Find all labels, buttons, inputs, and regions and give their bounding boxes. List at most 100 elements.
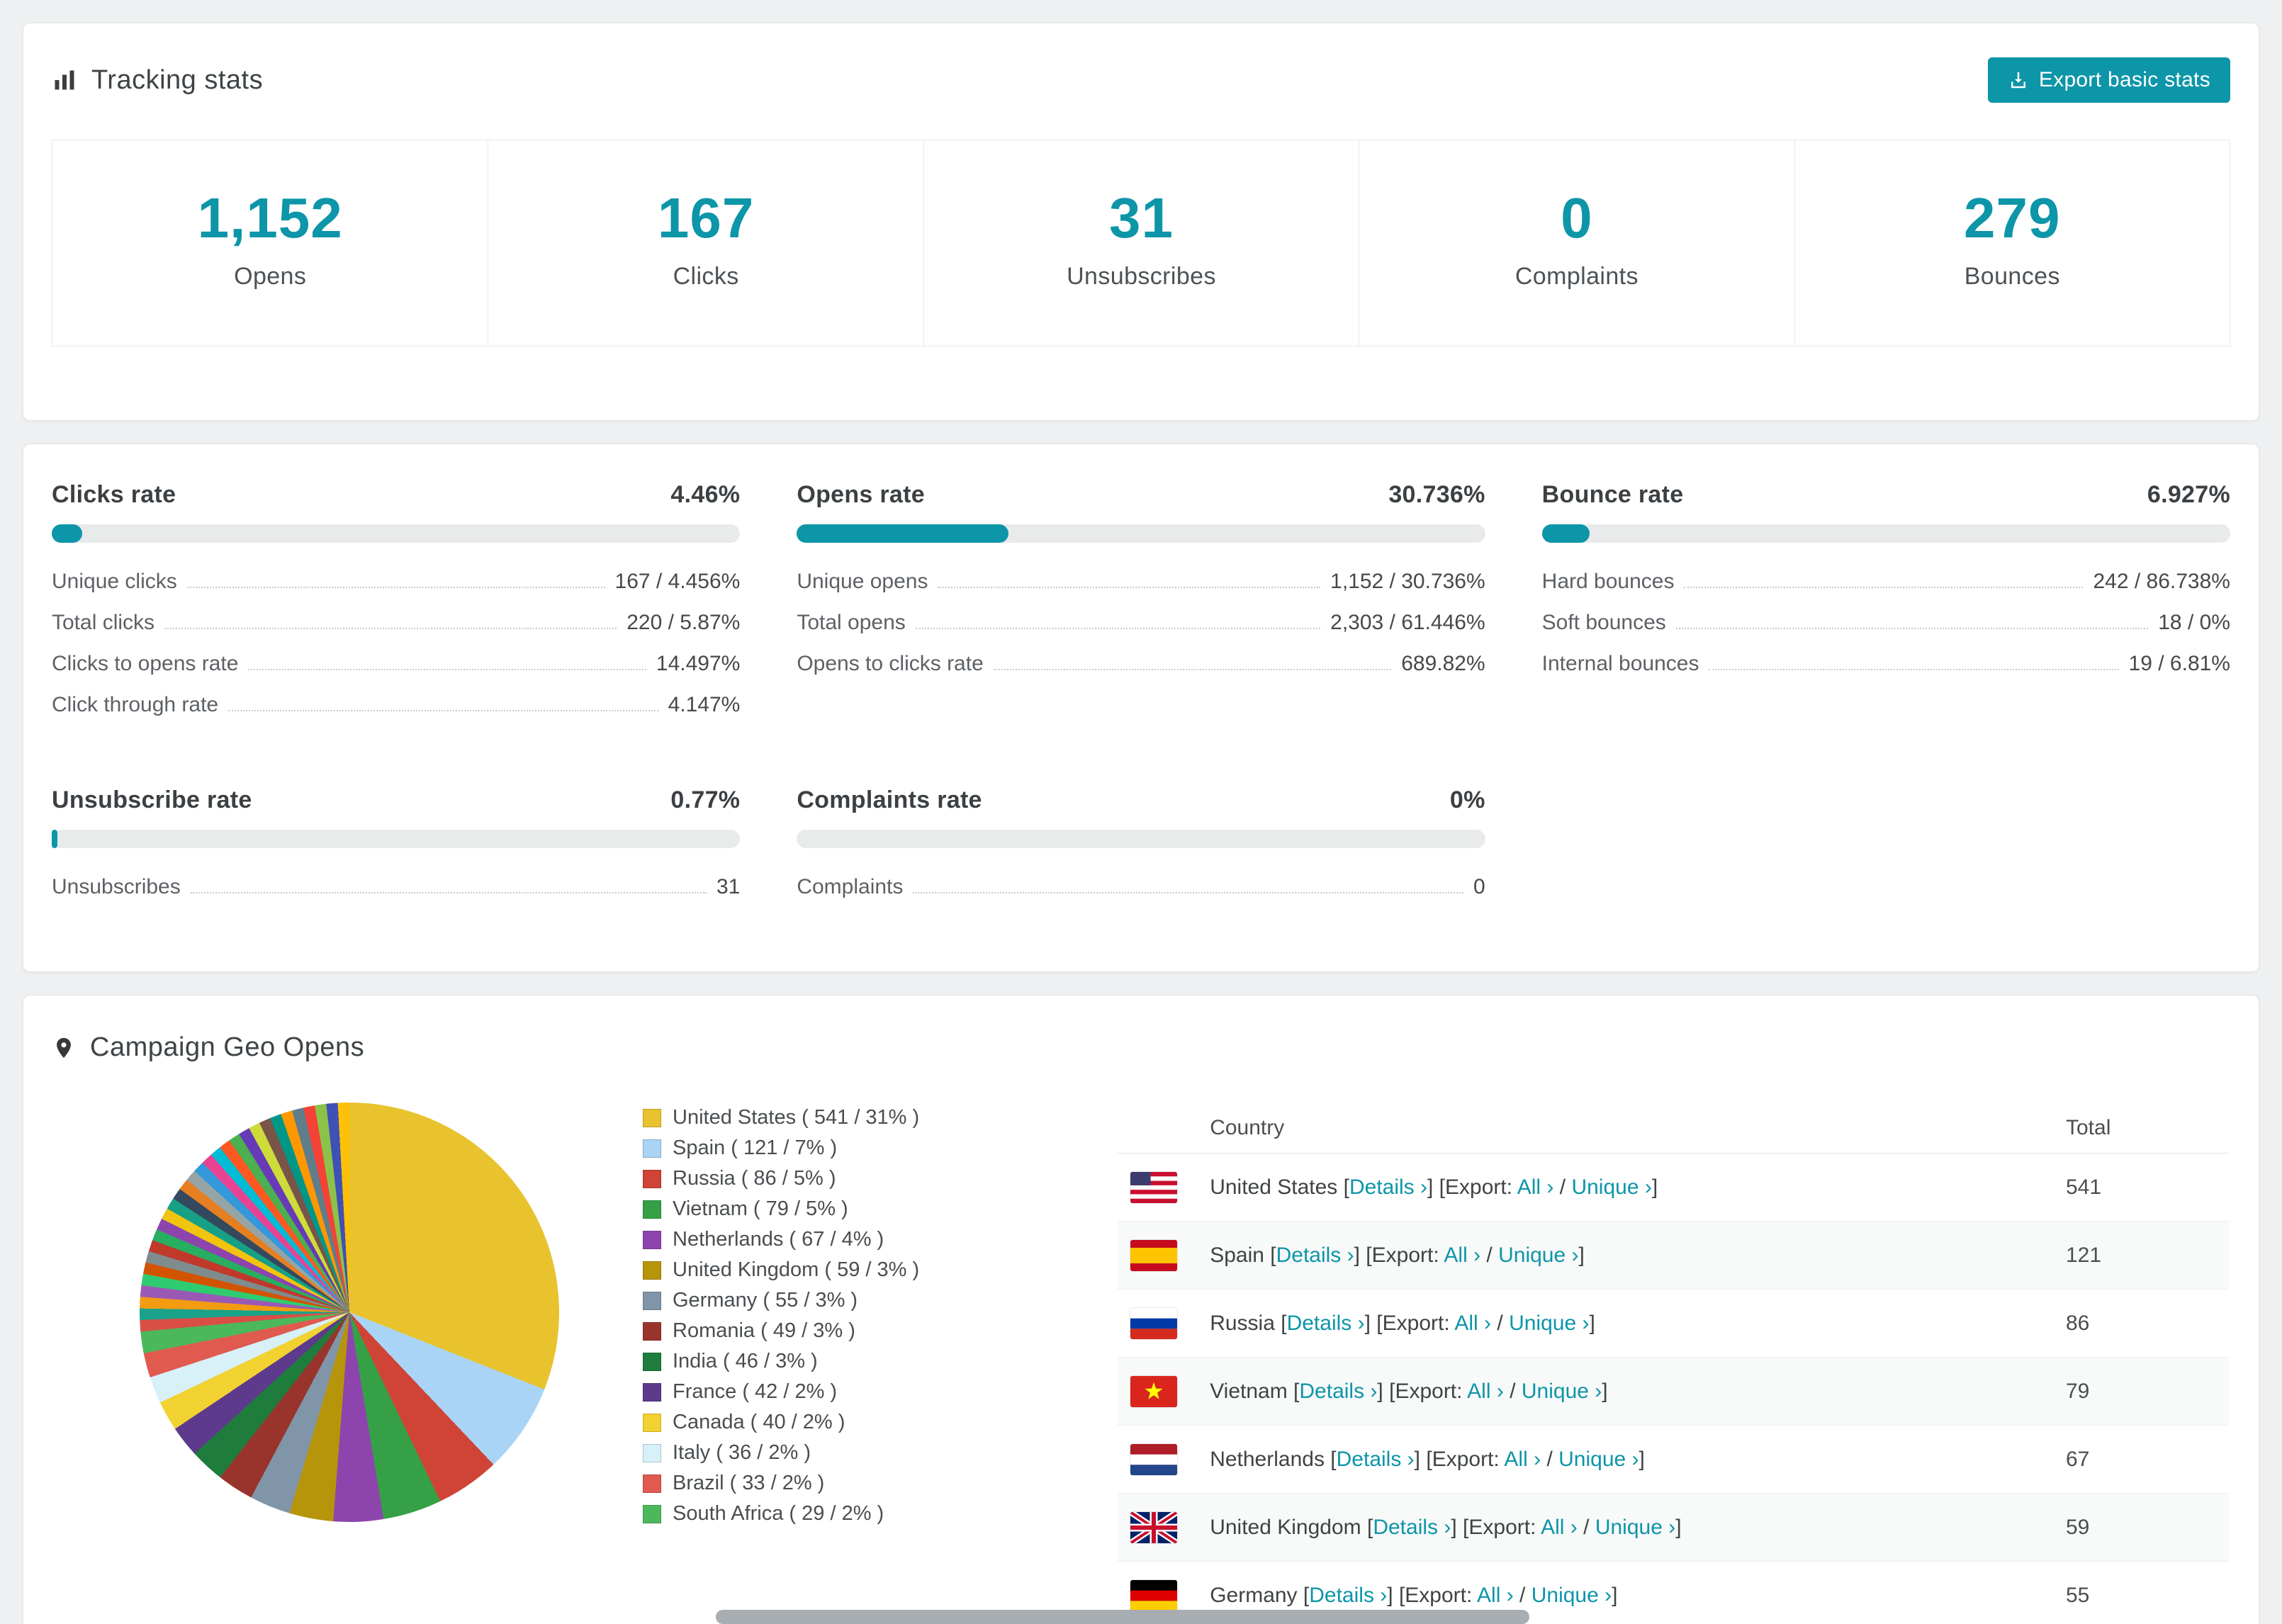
dotted-leader (248, 669, 646, 670)
export-all-link[interactable]: All › (1504, 1448, 1541, 1471)
legend-color-swatch (643, 1139, 661, 1158)
export-unique-link[interactable]: Unique › (1595, 1516, 1675, 1539)
details-link[interactable]: Details › (1337, 1448, 1415, 1471)
details-link[interactable]: Details › (1287, 1312, 1365, 1335)
export-unique-link[interactable]: Unique › (1498, 1244, 1578, 1267)
legend-color-swatch (643, 1291, 661, 1310)
stat-box: 1,152 Opens (52, 140, 488, 346)
rate-detail-value: 14.497% (656, 652, 741, 675)
legend-color-swatch (643, 1382, 661, 1402)
legend-label: France ( 42 / 2% ) (673, 1380, 838, 1403)
export-unique-link[interactable]: Unique › (1509, 1312, 1589, 1335)
rate-percent: 30.736% (1388, 481, 1485, 508)
rate-detail-value: 689.82% (1401, 652, 1485, 675)
rates-grid: Clicks rate 4.46% Unique clicks 167 / 4.… (52, 481, 2230, 908)
dotted-leader (1709, 669, 2119, 670)
table-row: United Kingdom [Details ›] [Export: All … (1118, 1494, 2229, 1562)
rate-detail-label: Total opens (797, 611, 906, 634)
country-total: 541 (2066, 1175, 2102, 1199)
legend-label: United States ( 541 / 31% ) (673, 1106, 920, 1129)
country-name: United States (1210, 1175, 1344, 1199)
rate-block: Clicks rate 4.46% Unique clicks 167 / 4.… (52, 481, 741, 726)
rate-progress-fill (52, 830, 57, 848)
export-all-link[interactable]: All › (1541, 1516, 1578, 1539)
page-title: Tracking stats (91, 64, 264, 95)
rate-progress-bar (52, 830, 741, 848)
rate-progress-fill (1541, 524, 1590, 543)
rate-detail-row: Hard bounces 242 / 86.738% (1542, 561, 2230, 602)
map-pin-icon (52, 1036, 76, 1060)
legend-color-swatch (643, 1261, 661, 1280)
export-all-link[interactable]: All › (1517, 1175, 1554, 1199)
details-link[interactable]: Details › (1309, 1584, 1387, 1607)
rate-detail-row: Complaints 0 (797, 867, 1485, 908)
legend-item: France ( 42 / 2% ) (643, 1377, 919, 1407)
rate-detail-value: 1,152 / 30.736% (1330, 570, 1485, 593)
horizontal-scrollbar-thumb[interactable] (716, 1610, 1529, 1624)
legend-label: United Kingdom ( 59 / 3% ) (673, 1258, 920, 1281)
legend-color-swatch (643, 1443, 661, 1462)
details-link[interactable]: Details › (1373, 1516, 1451, 1539)
legend-item: Netherlands ( 67 / 4% ) (643, 1224, 919, 1255)
stat-box: 279 Bounces (1794, 140, 2230, 346)
country-total: 55 (2066, 1583, 2090, 1607)
legend-item: Brazil ( 33 / 2% ) (643, 1468, 919, 1499)
table-row: Russia [Details ›] [Export: All › / Uniq… (1118, 1290, 2229, 1358)
legend-label: Germany ( 55 / 3% ) (673, 1289, 858, 1312)
legend-label: Romania ( 49 / 3% ) (673, 1319, 855, 1342)
country-total: 121 (2066, 1243, 2102, 1267)
dotted-leader (190, 892, 707, 893)
rates-card: Clicks rate 4.46% Unique clicks 167 / 4.… (23, 444, 2259, 972)
legend-color-swatch (643, 1108, 661, 1127)
details-link[interactable]: Details › (1349, 1175, 1427, 1199)
tracking-stats-page: Tracking stats Export basic stats 1,152 … (0, 0, 2282, 1624)
flag-de-icon (1130, 1579, 1178, 1611)
rate-detail-row: Unsubscribes 31 (52, 867, 740, 908)
rate-percent: 0% (1449, 786, 1485, 813)
rate-detail-label: Clicks to opens rate (52, 652, 239, 675)
export-prefix-label: Export: (1371, 1243, 1439, 1267)
legend-color-swatch (643, 1321, 661, 1341)
country-total: 79 (2066, 1379, 2090, 1403)
rate-detail-label: Complaints (797, 875, 904, 898)
rate-detail-row: Total clicks 220 / 5.87% (52, 602, 740, 643)
tracking-stats-header: Tracking stats Export basic stats (52, 57, 2230, 103)
export-unique-link[interactable]: Unique › (1522, 1380, 1602, 1403)
country-name: Russia (1210, 1311, 1281, 1335)
export-unique-link[interactable]: Unique › (1558, 1448, 1639, 1471)
export-basic-stats-button[interactable]: Export basic stats (1987, 57, 2230, 103)
export-unique-link[interactable]: Unique › (1571, 1175, 1651, 1199)
export-icon (2008, 69, 2029, 91)
rate-detail-row: Soft bounces 18 / 0% (1542, 602, 2230, 643)
rate-detail-row: Unique clicks 167 / 4.456% (52, 561, 740, 602)
export-button-label: Export basic stats (2038, 68, 2210, 91)
export-all-link[interactable]: All › (1467, 1380, 1504, 1403)
rate-detail-value: 2,303 / 61.446% (1330, 611, 1485, 634)
dotted-leader (938, 587, 1321, 588)
legend-label: Vietnam ( 79 / 5% ) (673, 1197, 848, 1220)
export-unique-link[interactable]: Unique › (1531, 1584, 1612, 1607)
stat-value: 31 (1109, 186, 1174, 249)
country-name: Netherlands (1210, 1447, 1331, 1471)
legend-label: Netherlands ( 67 / 4% ) (673, 1228, 884, 1251)
export-all-link[interactable]: All › (1454, 1312, 1491, 1335)
legend-item: Vietnam ( 79 / 5% ) (643, 1194, 919, 1224)
legend-item: Canada ( 40 / 2% ) (643, 1407, 919, 1438)
flag-vn-icon (1130, 1375, 1178, 1407)
export-prefix-label: Export: (1445, 1175, 1513, 1199)
rate-detail-row: Total opens 2,303 / 61.446% (797, 602, 1485, 643)
rate-progress-bar (52, 524, 741, 543)
details-link[interactable]: Details › (1299, 1380, 1377, 1403)
export-all-link[interactable]: All › (1477, 1584, 1514, 1607)
table-row: Spain [Details ›] [Export: All › / Uniqu… (1118, 1222, 2229, 1290)
dotted-leader (186, 587, 605, 588)
geo-legend: United States ( 541 / 31% ) Spain ( 121 … (643, 1103, 919, 1529)
legend-color-swatch (643, 1413, 661, 1432)
export-all-link[interactable]: All › (1444, 1244, 1480, 1267)
rate-detail-value: 31 (716, 875, 741, 898)
details-link[interactable]: Details › (1276, 1244, 1354, 1267)
geo-content: United States ( 541 / 31% ) Spain ( 121 … (52, 1103, 2230, 1624)
rate-block: Unsubscribe rate 0.77% Unsubscribes 31 (52, 786, 741, 908)
dotted-leader (993, 669, 1392, 670)
legend-label: Italy ( 36 / 2% ) (673, 1441, 811, 1464)
